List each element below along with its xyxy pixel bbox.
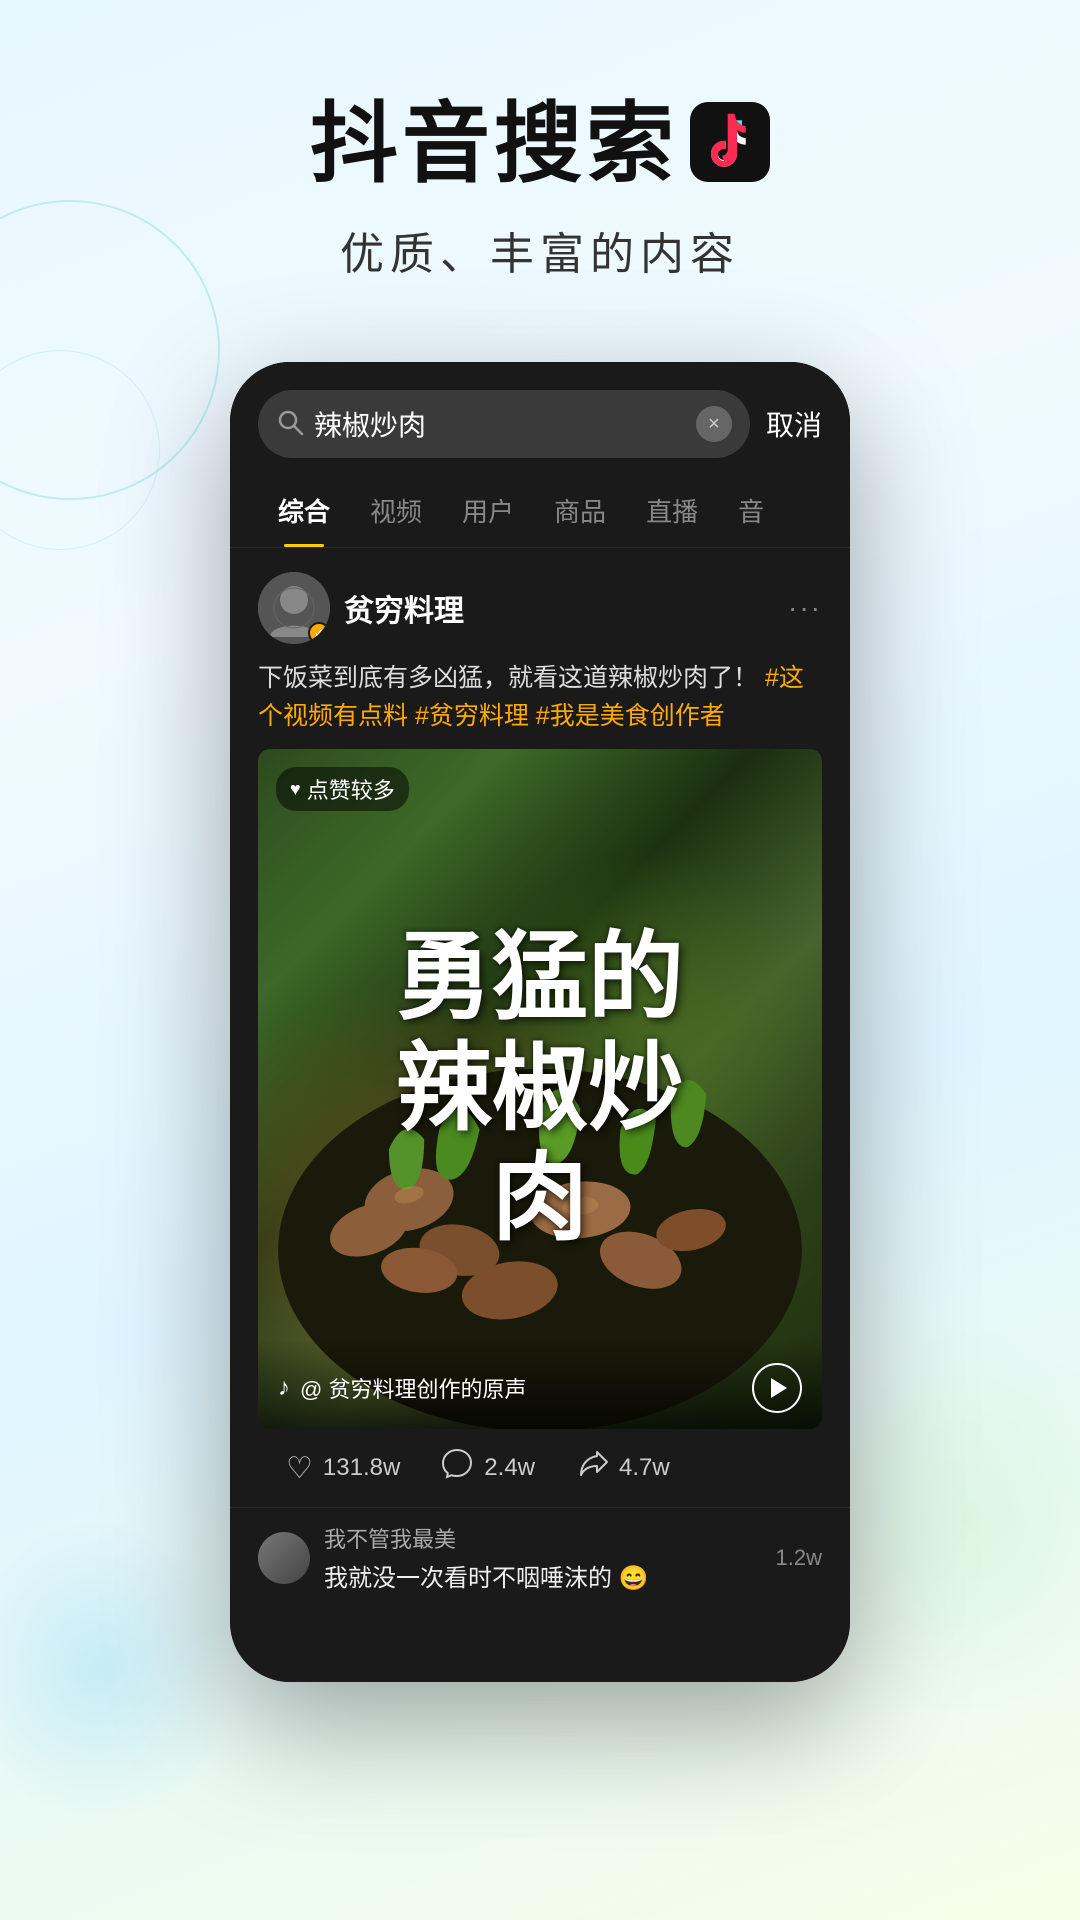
like-button[interactable]: ♡ 131.8w bbox=[286, 1451, 400, 1486]
tab-直播[interactable]: 直播 bbox=[626, 474, 718, 547]
share-button[interactable]: 4.7w bbox=[575, 1447, 670, 1489]
clear-search-button[interactable]: × bbox=[696, 406, 732, 442]
search-bar-row: 辣椒炒肉 × 取消 bbox=[230, 362, 850, 474]
cancel-search-button[interactable]: 取消 bbox=[766, 404, 822, 444]
audio-bar: ♪ @ 贫穷料理创作的原声 bbox=[258, 1339, 822, 1429]
share-icon bbox=[575, 1447, 609, 1489]
share-count: 4.7w bbox=[619, 1454, 670, 1482]
search-query-text: 辣椒炒肉 bbox=[314, 404, 686, 444]
like-icon: ♡ bbox=[286, 1451, 313, 1486]
like-count: 131.8w bbox=[323, 1454, 400, 1482]
comment-1-content: 我不管我最美 我就没一次看时不咽唾沫的 😄 bbox=[324, 1522, 762, 1593]
comment-icon bbox=[440, 1447, 474, 1489]
verified-icon: ✓ bbox=[314, 626, 324, 640]
comment-button[interactable]: 2.4w bbox=[440, 1447, 535, 1489]
comment-1-likes: 1.2w bbox=[776, 1545, 822, 1571]
page-header: 抖音搜索 优质、丰富的内容 bbox=[0, 0, 1080, 342]
post-description: 下饭菜到底有多凶猛，就看这道辣椒炒肉了！ #这个视频有点料 #贫穷料理 #我是美… bbox=[258, 660, 822, 735]
audio-info: ♪ @ 贫穷料理创作的原声 bbox=[278, 1372, 526, 1404]
search-input-container[interactable]: 辣椒炒肉 × bbox=[258, 390, 750, 458]
username: 贫穷料理 bbox=[344, 586, 464, 630]
comment-row-1: 我不管我最美 我就没一次看时不咽唾沫的 😄 1.2w bbox=[258, 1522, 822, 1593]
interaction-bar: ♡ 131.8w 2.4w bbox=[258, 1429, 822, 1507]
post-card: ✓ 贫穷料理 ··· 下饭菜到底有多凶猛，就看这道辣椒炒肉了！ #这个视频有点料… bbox=[230, 548, 850, 1507]
tabs-row: 综合 视频 用户 商品 直播 音 bbox=[230, 474, 850, 548]
tab-用户[interactable]: 用户 bbox=[442, 474, 534, 547]
comment-1-username: 我不管我最美 bbox=[324, 1522, 762, 1554]
music-note-icon: ♪ bbox=[278, 1374, 290, 1402]
tab-综合[interactable]: 综合 bbox=[258, 474, 350, 547]
video-thumbnail[interactable]: ♥ 点赞较多 勇猛的辣椒炒肉 ♪ @ 贫穷料理创作的原声 bbox=[258, 749, 822, 1429]
post-header: ✓ 贫穷料理 ··· bbox=[258, 572, 822, 644]
tab-商品[interactable]: 商品 bbox=[534, 474, 626, 547]
app-title: 抖音搜索 bbox=[310, 100, 678, 188]
audio-text: @ 贫穷料理创作的原声 bbox=[300, 1372, 526, 1404]
tiktok-logo-icon bbox=[690, 102, 770, 187]
comment-count: 2.4w bbox=[484, 1454, 535, 1482]
video-title-overlay: 勇猛的辣椒炒肉 bbox=[258, 749, 822, 1429]
post-text-main: 下饭菜到底有多凶猛，就看这道辣椒炒肉了！ bbox=[258, 664, 758, 692]
app-subtitle: 优质、丰富的内容 bbox=[0, 218, 1080, 282]
tab-视频[interactable]: 视频 bbox=[350, 474, 442, 547]
tab-音乐[interactable]: 音 bbox=[718, 474, 784, 547]
phone-mockup: 辣椒炒肉 × 取消 综合 视频 用户 商品 直播 音 bbox=[230, 362, 850, 1682]
comment-1-avatar bbox=[258, 1532, 310, 1584]
user-info: ✓ 贫穷料理 bbox=[258, 572, 464, 644]
more-options-button[interactable]: ··· bbox=[788, 592, 822, 624]
comment-1-text: 我就没一次看时不咽唾沫的 😄 bbox=[324, 1558, 762, 1593]
video-title-text: 勇猛的辣椒炒肉 bbox=[376, 923, 704, 1254]
user-avatar: ✓ bbox=[258, 572, 330, 644]
app-title-row: 抖音搜索 bbox=[0, 100, 1080, 188]
comment-preview-section: 我不管我最美 我就没一次看时不咽唾沫的 😄 1.2w bbox=[230, 1507, 850, 1623]
phone-wrapper: 辣椒炒肉 × 取消 综合 视频 用户 商品 直播 音 bbox=[0, 342, 1080, 1682]
phone-screen: 辣椒炒肉 × 取消 综合 视频 用户 商品 直播 音 bbox=[230, 362, 850, 1682]
play-button[interactable] bbox=[752, 1363, 802, 1413]
play-triangle-icon bbox=[771, 1378, 787, 1398]
search-icon bbox=[276, 408, 304, 441]
verified-badge: ✓ bbox=[308, 622, 330, 644]
